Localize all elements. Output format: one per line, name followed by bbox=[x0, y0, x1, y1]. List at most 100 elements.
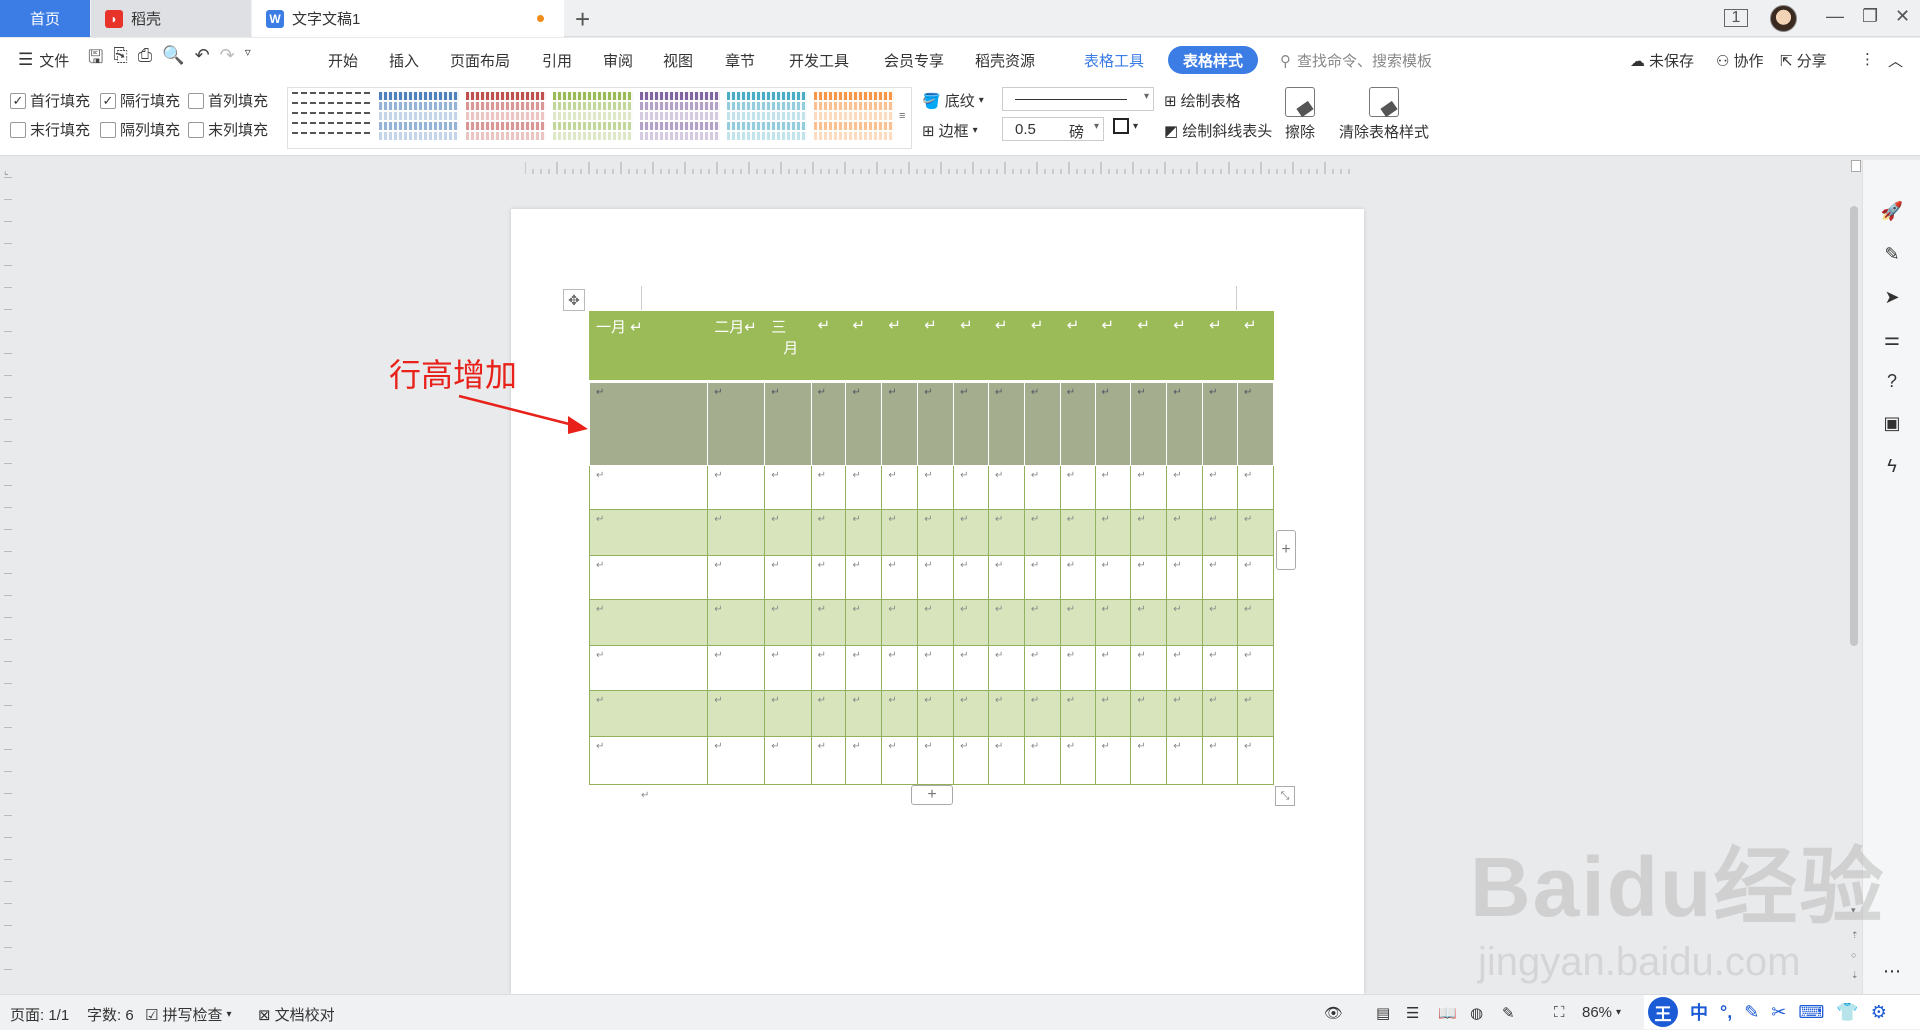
table-cell[interactable]: 三月 bbox=[764, 311, 812, 383]
table-cell[interactable]: ↵ bbox=[810, 311, 847, 383]
menu-developer[interactable]: 开发工具 bbox=[789, 50, 849, 71]
table-cell[interactable]: ↵ bbox=[845, 509, 883, 556]
next-page-icon[interactable]: ⇣ bbox=[1851, 970, 1859, 981]
table-cell[interactable]: ↵ bbox=[810, 509, 847, 556]
table-cell[interactable]: ↵ bbox=[707, 736, 766, 785]
table-cell[interactable]: ↵ bbox=[810, 736, 847, 785]
table-row[interactable]: ↵ ↵ ↵ ↵ ↵ ↵ ↵ ↵ ↵ ↵ ↵ ↵ ↵ ↵ ↵ ↵ bbox=[588, 599, 1275, 646]
table-cell[interactable]: ↵ bbox=[707, 555, 766, 600]
table-cell[interactable]: ↵ bbox=[588, 555, 709, 600]
clear-table-style-button[interactable]: 清除表格样式 bbox=[1339, 87, 1429, 142]
table-cell[interactable]: ↵ bbox=[1236, 690, 1275, 737]
scrollbar-thumb[interactable] bbox=[1850, 206, 1858, 646]
line-style-select[interactable]: ▾ bbox=[1002, 87, 1154, 111]
reading-view-icon[interactable]: 📖 bbox=[1438, 1004, 1457, 1022]
table-row[interactable]: ↵ ↵ ↵ ↵ ↵ ↵ ↵ ↵ ↵ ↵ ↵ ↵ ↵ ↵ ↵ ↵ bbox=[588, 465, 1275, 510]
unsaved-button[interactable]: ☁ 未保存 bbox=[1630, 50, 1694, 71]
table-cell[interactable]: ↵ bbox=[1236, 509, 1275, 556]
table-row[interactable]: 一月 ↵ 二月↵ 三月 ↵ ↵ ↵ ↵ ↵ ↵ ↵ ↵ ↵ ↵ ↵ ↵ ↵ bbox=[588, 311, 1275, 383]
table-cell[interactable]: ↵ bbox=[1094, 465, 1132, 510]
table-style-swatch[interactable] bbox=[379, 92, 459, 146]
table-cell[interactable]: ↵ bbox=[1059, 645, 1096, 691]
table-cell[interactable]: ↵ bbox=[1059, 381, 1096, 466]
image-tool-icon[interactable]: ▣ bbox=[1881, 412, 1903, 434]
table-cell[interactable]: ↵ bbox=[845, 690, 883, 737]
table-move-handle-icon[interactable]: ✥ bbox=[563, 289, 585, 311]
menu-member[interactable]: 会员专享 bbox=[884, 50, 944, 71]
table-cell[interactable]: ↵ bbox=[987, 381, 1025, 466]
table-cell[interactable]: ↵ bbox=[1202, 736, 1238, 785]
table-cell[interactable]: ↵ bbox=[707, 465, 766, 510]
table-cell[interactable]: ↵ bbox=[845, 381, 883, 466]
table-cell[interactable]: ↵ bbox=[810, 645, 847, 691]
table-cell[interactable]: ↵ bbox=[1236, 599, 1275, 646]
table-cell[interactable]: ↵ bbox=[1202, 690, 1238, 737]
table-cell[interactable]: ↵ bbox=[588, 381, 709, 466]
table-cell[interactable]: ↵ bbox=[588, 465, 709, 510]
table-cell[interactable]: ↵ bbox=[953, 381, 989, 466]
table-cell[interactable]: ↵ bbox=[764, 381, 812, 466]
table-cell[interactable]: ↵ bbox=[987, 736, 1025, 785]
table-cell[interactable]: ↵ bbox=[1166, 311, 1204, 383]
table-cell[interactable]: ↵ bbox=[845, 736, 883, 785]
table-cell[interactable]: ↵ bbox=[1166, 645, 1204, 691]
table-cell[interactable]: ↵ bbox=[987, 599, 1025, 646]
table-cell[interactable]: ↵ bbox=[987, 509, 1025, 556]
table-cell[interactable]: ↵ bbox=[881, 690, 919, 737]
checkbox-banded-rows[interactable]: ✓ 隔行填充 bbox=[100, 90, 180, 111]
table-cell[interactable]: ↵ bbox=[987, 690, 1025, 737]
save-icon[interactable]: 🖫 bbox=[88, 45, 103, 75]
checkbox-first-column[interactable]: 首列填充 bbox=[188, 90, 268, 111]
help-icon[interactable]: ? bbox=[1881, 370, 1903, 392]
table-cell[interactable]: ↵ bbox=[764, 465, 812, 510]
tab-document[interactable]: W 文字文稿1 bbox=[252, 0, 564, 37]
zoom-level[interactable]: 86% ▾ bbox=[1582, 1004, 1621, 1021]
table-cell[interactable]: ↵ bbox=[707, 690, 766, 737]
table-cell[interactable]: ↵ bbox=[1023, 465, 1061, 510]
table-cell[interactable]: ↵ bbox=[707, 645, 766, 691]
table-cell[interactable]: ↵ bbox=[1166, 736, 1204, 785]
border-button[interactable]: ⊞ 边框 ▾ bbox=[922, 120, 978, 141]
table-cell[interactable]: ↵ bbox=[1094, 736, 1132, 785]
table-cell[interactable]: ↵ bbox=[1166, 555, 1204, 600]
table-cell[interactable]: ↵ bbox=[1023, 599, 1061, 646]
table-cell[interactable]: ↵ bbox=[917, 690, 955, 737]
table-cell[interactable]: ↵ bbox=[1094, 311, 1132, 383]
table-cell[interactable]: ↵ bbox=[953, 509, 989, 556]
table-cell[interactable]: ↵ bbox=[707, 381, 766, 466]
border-color-button[interactable]: ▾ bbox=[1113, 118, 1138, 134]
restore-icon[interactable]: ❐ bbox=[1862, 6, 1878, 27]
table-cell[interactable]: ↵ bbox=[810, 599, 847, 646]
table-cell[interactable]: ↵ bbox=[881, 599, 919, 646]
ime-scissors-icon[interactable]: ✂ bbox=[1771, 1002, 1786, 1023]
ime-logo[interactable]: 王 bbox=[1648, 997, 1678, 1027]
table-cell[interactable]: ↵ bbox=[917, 599, 955, 646]
ime-settings-icon[interactable]: ⚙ bbox=[1871, 1002, 1887, 1023]
table-cell[interactable]: ↵ bbox=[810, 381, 847, 466]
table-cell[interactable]: ↵ bbox=[1130, 509, 1168, 556]
web-view-icon[interactable]: ◍ bbox=[1470, 1004, 1483, 1022]
rocket-icon[interactable]: 🚀 bbox=[1881, 200, 1903, 222]
table-cell[interactable]: ↵ bbox=[881, 645, 919, 691]
table-cell[interactable]: ↵ bbox=[1094, 599, 1132, 646]
table-cell[interactable]: ↵ bbox=[881, 465, 919, 510]
table-cell[interactable]: ↵ bbox=[1166, 381, 1204, 466]
table-cell[interactable]: ↵ bbox=[1023, 509, 1061, 556]
table-cell[interactable]: ↵ bbox=[881, 736, 919, 785]
table-style-swatch[interactable] bbox=[553, 92, 633, 146]
table-cell[interactable]: ↵ bbox=[764, 509, 812, 556]
fit-page-icon[interactable]: ⛶ bbox=[1554, 1004, 1565, 1021]
table-cell[interactable]: ↵ bbox=[1236, 736, 1275, 785]
table-cell[interactable]: ↵ bbox=[917, 311, 955, 383]
vertical-ruler[interactable] bbox=[0, 177, 16, 997]
table-cell[interactable]: ↵ bbox=[1059, 311, 1096, 383]
print-preview-icon[interactable]: 🔍 bbox=[162, 45, 184, 75]
command-search[interactable]: ⚲ 查找命令、搜索模板 bbox=[1280, 50, 1432, 71]
table-cell[interactable]: ↵ bbox=[1023, 690, 1061, 737]
split-view-icon[interactable] bbox=[1851, 160, 1861, 172]
table-style-swatch[interactable] bbox=[727, 92, 807, 146]
undo-icon[interactable]: ↶ bbox=[195, 45, 210, 75]
table-cell[interactable]: ↵ bbox=[845, 465, 883, 510]
table-cell[interactable]: ↵ bbox=[1130, 690, 1168, 737]
table-cell[interactable]: ↵ bbox=[707, 599, 766, 646]
